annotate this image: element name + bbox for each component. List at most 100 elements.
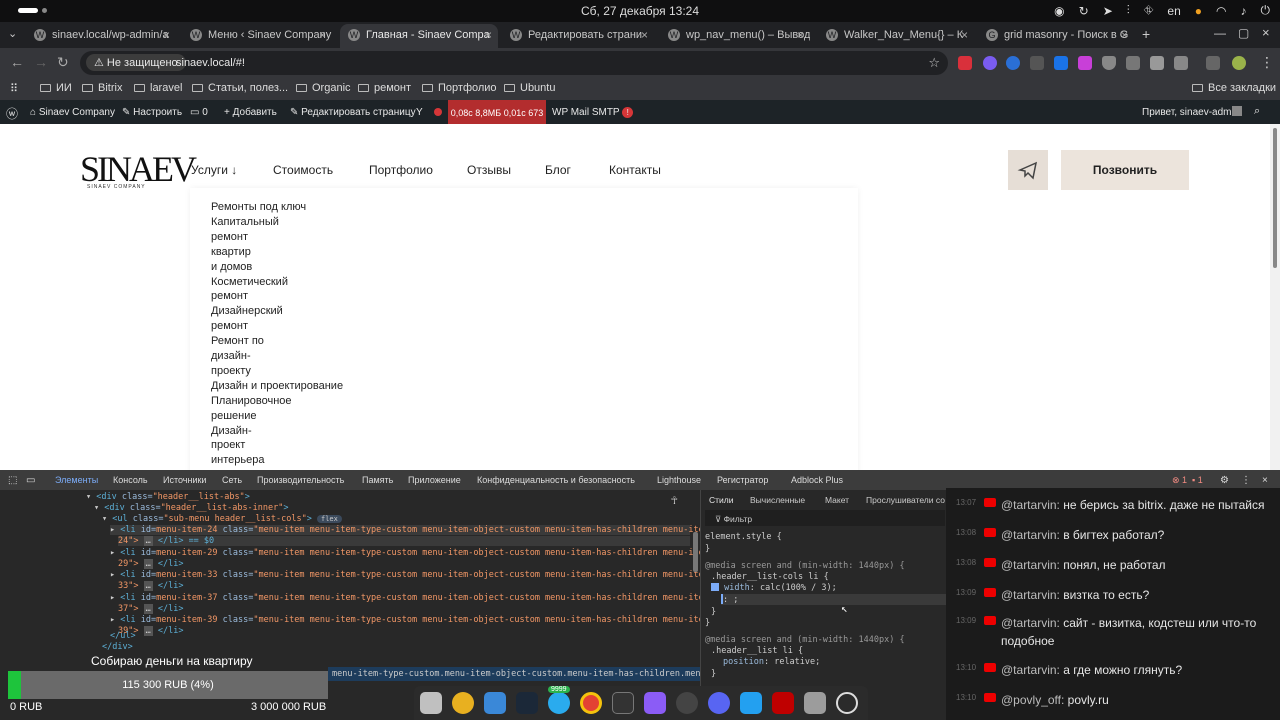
element-style-rule[interactable]: element.style {	[705, 532, 782, 542]
bookmark-folder-portfolio[interactable]: Портфолио	[422, 82, 497, 94]
power-icon[interactable]: ⏻	[1261, 3, 1271, 18]
bookmark-folder-bitrix[interactable]: Bitrix	[82, 82, 122, 94]
all-bookmarks[interactable]: Все закладки	[1192, 82, 1276, 94]
submenu-item[interactable]: Косметический	[211, 275, 288, 290]
files-icon[interactable]	[420, 692, 442, 714]
tab-home[interactable]: W Главная - Sinaev Compa ×	[340, 24, 498, 48]
dom-scrollbar[interactable]	[693, 532, 698, 572]
css-declaration[interactable]: position: relative;	[723, 657, 820, 667]
pen-icon[interactable]	[1150, 56, 1164, 70]
css-selector[interactable]: .header__list-cols li {	[711, 572, 829, 582]
dom-node[interactable]: ▸ <li id=menu-item-37 class="menu-item m…	[110, 593, 714, 603]
bookmark-folder-laravel[interactable]: laravel	[134, 82, 182, 94]
wp-mail-smtp[interactable]: WP Mail SMTP !	[552, 107, 634, 118]
bookmark-folder-repair[interactable]: ремонт	[358, 82, 411, 94]
accessibility-icon[interactable]: ☥	[671, 494, 678, 507]
tab-listeners[interactable]: Прослушиватели со	[866, 495, 945, 505]
network-tray-icon[interactable]: ⛗	[1144, 3, 1154, 18]
sync-icon[interactable]: ↻	[1079, 4, 1089, 18]
wp-customize[interactable]: ✎ Настроить	[122, 107, 182, 118]
tab-console[interactable]: Консоль	[113, 475, 148, 485]
submenu-item[interactable]: проект	[211, 438, 245, 453]
close-icon[interactable]: ×	[797, 28, 804, 42]
submenu-item[interactable]: Дизайн и проектирование	[211, 379, 343, 394]
microphone-icon[interactable]: ●	[1195, 4, 1202, 18]
tab-menu[interactable]: W Меню ‹ Sinaev Company ×	[182, 24, 332, 48]
tab-privacy[interactable]: Конфиденциальность и безопасность	[477, 475, 635, 485]
device-icon[interactable]: ▭	[26, 475, 35, 486]
steam-icon[interactable]	[516, 692, 538, 714]
submenu-item[interactable]: Ремонт по	[211, 334, 264, 349]
css-edit-input[interactable]: : ;	[721, 594, 947, 605]
bookmark-folder-articles[interactable]: Статьи, полез...	[192, 82, 288, 94]
nav-portfolio[interactable]: Портфолио	[369, 163, 433, 177]
submenu-item[interactable]: ремонт	[211, 319, 248, 334]
collapsed-ellipsis[interactable]: …	[143, 536, 153, 546]
tab-application[interactable]: Приложение	[408, 475, 461, 485]
dom-breadcrumb[interactable]: menu-item-type-custom.menu-item-object-c…	[328, 667, 700, 681]
submenu-item[interactable]: решение	[211, 409, 257, 424]
tab-lighthouse[interactable]: Lighthouse	[657, 475, 701, 485]
wp-edit-page[interactable]: ✎ Редактировать страницу	[290, 107, 416, 118]
tab-recorder[interactable]: Регистратор	[717, 475, 768, 485]
dom-node[interactable]: ▸ <li id=menu-item-29 class="menu-item m…	[110, 548, 714, 558]
query-monitor-stats[interactable]: 0,08с 8,8МБ 0,01с 673	[448, 100, 546, 124]
kebab-menu-icon[interactable]: ⋮	[1241, 475, 1251, 486]
styles-filter-input[interactable]: ⊽ Фильтр	[705, 510, 945, 526]
dom-node[interactable]: </div>	[102, 642, 133, 652]
wifi-icon[interactable]: ◠	[1216, 4, 1226, 18]
tab-search-icon[interactable]: ⌄	[8, 27, 17, 40]
submenu-item[interactable]: дизайн-	[211, 349, 251, 364]
apps-icon[interactable]: ⠿	[10, 82, 18, 95]
text-editor-icon[interactable]	[484, 692, 506, 714]
css-declaration[interactable]: width: calc(100% / 3);	[711, 583, 837, 593]
tab-adblock[interactable]: Adblock Plus	[791, 475, 843, 485]
dom-node-continuation[interactable]: 24"> … </li> == $0	[118, 536, 690, 546]
checkbox-checked-icon[interactable]	[711, 583, 719, 591]
close-window-button[interactable]: ×	[1262, 25, 1270, 40]
avatar[interactable]	[1232, 56, 1246, 70]
tab-performance[interactable]: Производительность	[257, 475, 344, 485]
warning-count[interactable]: ▪ 1	[1192, 475, 1203, 485]
submenu-item[interactable]: квартир	[211, 245, 251, 260]
maximize-button[interactable]: ▢	[1238, 26, 1249, 40]
security-warning[interactable]: ⚠ Не защищено	[86, 54, 186, 71]
collapsed-ellipsis[interactable]: …	[143, 581, 153, 592]
submenu-item[interactable]: Дизайн-	[211, 424, 252, 439]
submenu-item[interactable]: и домов	[211, 260, 252, 275]
collapsed-ellipsis[interactable]: …	[143, 558, 153, 569]
address-bar[interactable]: ⚠ Не защищено sinaev.local/#! ☆	[80, 51, 948, 75]
extension-icon[interactable]	[1054, 56, 1068, 70]
puzzle-icon[interactable]	[1174, 56, 1188, 70]
tab-walker[interactable]: W Walker_Nav_Menu{} – К ×	[818, 24, 974, 48]
tab-wp-nav-menu[interactable]: Wwp_nav_menu() – Вывод ×	[660, 24, 810, 48]
wordpress-logo-icon[interactable]: ⓦ	[6, 105, 18, 122]
app-tray-icon[interactable]: ◉	[1054, 4, 1064, 18]
css-selector[interactable]: .header__list li {	[711, 646, 803, 656]
submenu-item[interactable]: Ремонты под ключ	[211, 200, 306, 215]
forward-icon[interactable]: →	[34, 54, 48, 70]
extension-icon[interactable]	[1078, 56, 1092, 70]
tab-sources[interactable]: Источники	[163, 475, 206, 485]
wp-comments[interactable]: ▭ 0	[190, 107, 208, 118]
trash-icon[interactable]	[804, 692, 826, 714]
tab-styles[interactable]: Стили	[709, 495, 734, 505]
telegram-icon[interactable]	[548, 692, 570, 714]
dom-tree[interactable]: ▾ <div class="header__list-abs"> ▾ <div …	[0, 490, 714, 660]
wp-user-greeting[interactable]: Привет, sinaev-admin	[1142, 107, 1239, 118]
close-icon[interactable]: ×	[319, 28, 326, 42]
collapsed-ellipsis[interactable]: …	[143, 626, 153, 637]
tab-computed[interactable]: Вычисленные	[750, 495, 805, 505]
close-icon[interactable]: ×	[961, 28, 968, 42]
error-count[interactable]: ⊗ 1	[1172, 475, 1187, 486]
chrome-icon[interactable]	[580, 692, 602, 714]
extension-icon[interactable]	[1006, 56, 1020, 70]
wp-add-new[interactable]: + Добавить	[224, 107, 277, 118]
adblock-icon[interactable]	[958, 56, 972, 70]
reload-icon[interactable]: ↻	[57, 54, 69, 71]
app-icon[interactable]	[836, 692, 858, 714]
sidebar-icon[interactable]	[1206, 56, 1220, 70]
minimize-button[interactable]: —	[1214, 26, 1226, 40]
submenu-item[interactable]: Дизайнерский	[211, 304, 283, 319]
collapsed-ellipsis[interactable]: …	[143, 603, 153, 614]
